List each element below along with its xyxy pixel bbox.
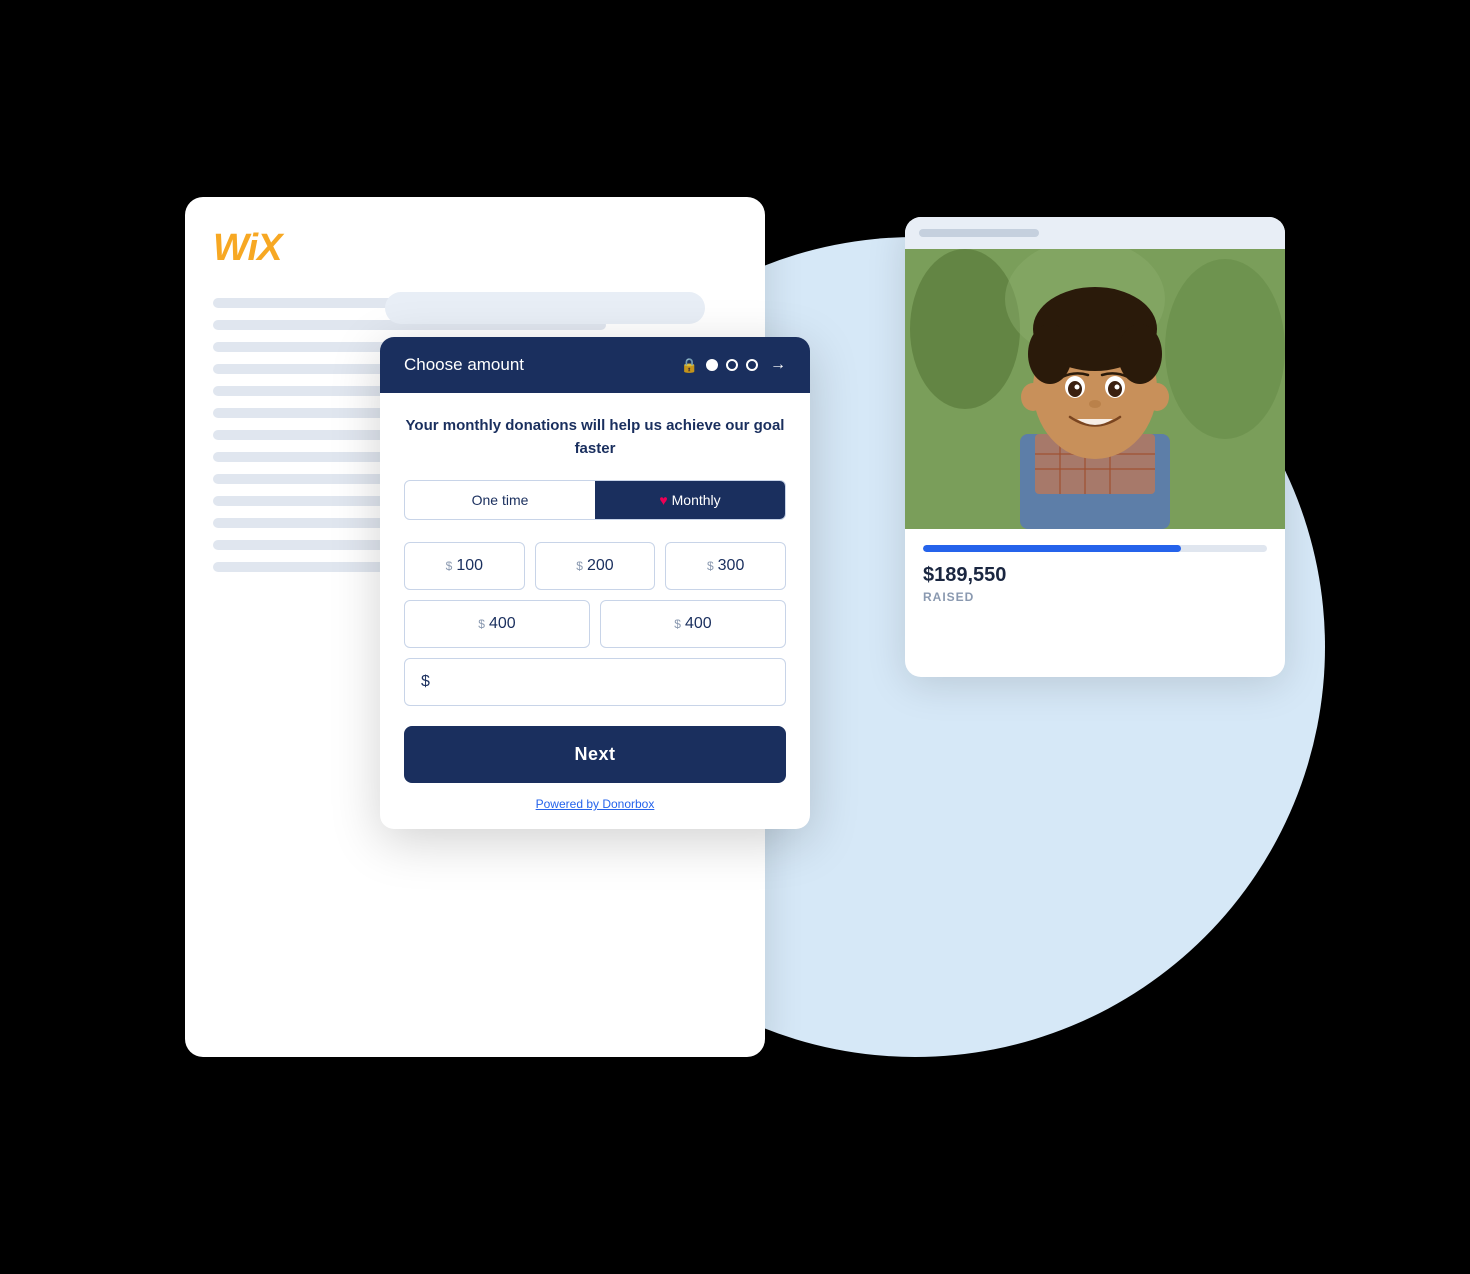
currency-symbol: $ <box>707 559 714 573</box>
custom-amount-input[interactable] <box>436 673 769 691</box>
custom-amount-field[interactable]: $ <box>404 658 786 706</box>
heart-icon: ♥ <box>659 492 667 508</box>
widget-header: Choose amount 🔒 → <box>380 337 810 393</box>
amount-grid-row2: $ 400 $ 400 <box>404 600 786 648</box>
amount-value: 100 <box>456 557 483 575</box>
lock-icon: 🔒 <box>681 357 698 374</box>
step-dot-1 <box>706 359 718 371</box>
amount-value: 300 <box>718 557 745 575</box>
donation-widget: Choose amount 🔒 → Your monthly donations… <box>380 337 810 829</box>
widget-body: Your monthly donations will help us achi… <box>380 393 810 829</box>
monthly-label: Monthly <box>672 492 721 508</box>
amount-value: 400 <box>685 615 712 633</box>
monthly-button[interactable]: ♥ Monthly <box>595 481 785 519</box>
fundraiser-image <box>905 249 1285 529</box>
widget-subtitle: Your monthly donations will help us achi… <box>404 415 786 460</box>
raised-amount: $189,550 <box>923 564 1267 587</box>
currency-symbol: $ <box>576 559 583 573</box>
progress-bar-fill <box>923 545 1181 552</box>
amount-button-200[interactable]: $ 200 <box>535 542 656 590</box>
powered-by-link[interactable]: Powered by Donorbox <box>404 797 786 811</box>
fundraiser-card: $189,550 RAISED <box>905 217 1285 677</box>
address-bar <box>385 292 705 324</box>
currency-symbol: $ <box>478 617 485 631</box>
amount-button-300[interactable]: $ 300 <box>665 542 786 590</box>
step-dot-3 <box>746 359 758 371</box>
amount-grid-row1: $ 100 $ 200 $ 300 <box>404 542 786 590</box>
top-bar-line <box>919 229 1039 237</box>
amount-button-100[interactable]: $ 100 <box>404 542 525 590</box>
amount-value: 200 <box>587 557 614 575</box>
frequency-toggle[interactable]: One time ♥ Monthly <box>404 480 786 520</box>
widget-title: Choose amount <box>404 355 667 375</box>
custom-currency-symbol: $ <box>421 673 430 691</box>
progress-bar-track <box>923 545 1267 552</box>
amount-button-400a[interactable]: $ 400 <box>404 600 590 648</box>
amount-button-400b[interactable]: $ 400 <box>600 600 786 648</box>
amount-value: 400 <box>489 615 516 633</box>
header-icons: 🔒 → <box>681 356 786 374</box>
raised-label: RAISED <box>923 590 1267 604</box>
currency-symbol: $ <box>674 617 681 631</box>
progress-section: $189,550 RAISED <box>905 529 1285 618</box>
next-button[interactable]: Next <box>404 726 786 783</box>
child-illustration <box>905 249 1285 529</box>
step-dot-2 <box>726 359 738 371</box>
card-top-bar <box>905 217 1285 249</box>
currency-symbol: $ <box>446 559 453 573</box>
wix-logo: WiX <box>213 227 737 270</box>
one-time-button[interactable]: One time <box>405 481 595 519</box>
arrow-right-icon: → <box>770 356 786 374</box>
